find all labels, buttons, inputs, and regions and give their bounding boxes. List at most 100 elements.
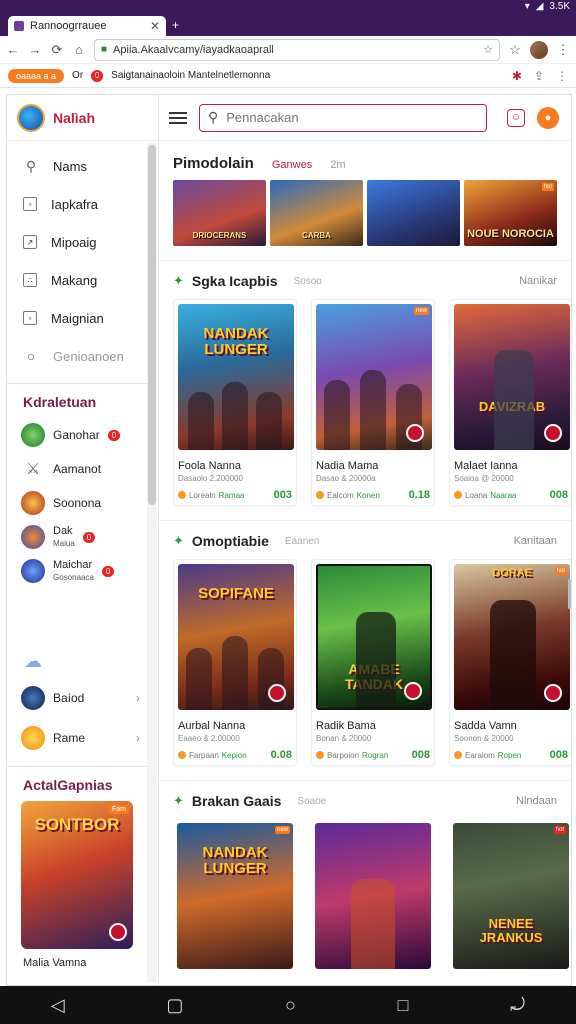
category-item[interactable]: Dak Maiua 0 bbox=[7, 520, 158, 554]
banner[interactable]: DRIOCERANS bbox=[173, 180, 266, 246]
home-icon[interactable]: ⌂ bbox=[72, 42, 86, 57]
profile-avatar[interactable] bbox=[530, 40, 548, 59]
rating-badge-icon bbox=[109, 923, 127, 941]
search-box[interactable]: ⚲ bbox=[199, 103, 487, 132]
system-nav-bar: ◁ ▢ ○ □ ⤾ bbox=[0, 986, 576, 1024]
notification-icon[interactable]: ☺ bbox=[507, 108, 525, 127]
section-more-link[interactable]: Kanitaan bbox=[514, 535, 557, 547]
banner[interactable]: CARBA bbox=[270, 180, 363, 246]
game-card[interactable]: new NANDAK LUNGER bbox=[173, 819, 297, 973]
cloud-icon: ☁ bbox=[24, 650, 42, 671]
refresh-icon[interactable]: ⟳ bbox=[50, 42, 64, 58]
category-label: Soonona bbox=[53, 496, 102, 510]
game-card[interactable]: AMABE TANDAK Radik Bama Bonan & 20000 Ba… bbox=[311, 559, 435, 766]
sidebar-scrollbar-thumb[interactable] bbox=[148, 145, 156, 505]
character-figure bbox=[324, 380, 350, 450]
promo-tab-active[interactable]: Ganwes bbox=[272, 159, 312, 171]
game-card[interactable]: new Nadia Mama Dasao & 20000a Ealcom Kon… bbox=[311, 299, 435, 506]
browser-tab[interactable]: Rannoogrrauee ✕ bbox=[8, 16, 166, 36]
recents-square-icon[interactable]: □ bbox=[398, 995, 409, 1016]
game-thumb-icon bbox=[21, 423, 45, 447]
sidebar-item-label: Makang bbox=[51, 272, 98, 288]
category-item[interactable]: Maichar Gosonaaca 0 bbox=[7, 554, 158, 588]
leaf-icon: ✦ bbox=[173, 793, 184, 808]
page-scrollbar[interactable] bbox=[568, 579, 571, 609]
sidebar-item-search[interactable]: ⚲ Nams bbox=[7, 147, 158, 185]
character-figure bbox=[494, 350, 534, 450]
game-name: Foola Nanna bbox=[178, 460, 241, 472]
card-art-title: SONTBOR bbox=[34, 815, 120, 834]
category-item[interactable]: Soonona bbox=[7, 486, 158, 520]
menu-dots-icon[interactable]: ⋮ bbox=[556, 42, 570, 58]
rotate-icon[interactable]: ⤾ bbox=[510, 995, 525, 1016]
back-triangle-icon[interactable]: ◁ bbox=[51, 995, 65, 1016]
category-item[interactable]: ⚔ Aamanot bbox=[7, 452, 158, 486]
section-header: ✦ Brakan Gaais Soaoe Nlndaan bbox=[173, 781, 557, 819]
side-game-card[interactable]: Fam SONTBOR bbox=[21, 801, 133, 949]
back-icon[interactable]: ← bbox=[6, 42, 20, 57]
tab-title: Rannoogrrauee bbox=[30, 20, 107, 32]
category-item[interactable]: Ganohar 0 bbox=[7, 418, 158, 452]
cloud-item[interactable]: ☁ bbox=[7, 644, 158, 678]
search-input[interactable] bbox=[226, 110, 478, 125]
home-circle-icon[interactable]: ○ bbox=[285, 995, 296, 1016]
card-score: 008 bbox=[411, 749, 430, 761]
card-footer: Loana Naaraa 008 bbox=[454, 489, 568, 501]
hamburger-menu-icon[interactable] bbox=[169, 111, 187, 124]
game-card[interactable]: DAVIZRAB Malaet Ianna Soaioa @ 20000 Loa… bbox=[449, 299, 571, 506]
card-tag: new bbox=[413, 307, 429, 315]
card-tag: hot bbox=[553, 826, 566, 834]
share-icon[interactable]: ⇪ bbox=[534, 69, 544, 83]
url-text: Apiia.Akaalvcamy/iayadkaoaprall bbox=[113, 43, 274, 56]
rating-badge-icon bbox=[268, 684, 286, 702]
grid-icon: ▫ bbox=[23, 197, 37, 211]
section-header: ✦ Omoptiabie Eaanen Kanitaan bbox=[173, 521, 557, 559]
game-card[interactable]: NANDAK LUNGER Foola Nanna Dasaolo 2.2000… bbox=[173, 299, 297, 506]
banner[interactable]: hot NOUE NOROCIA bbox=[464, 180, 557, 246]
game-card[interactable]: hot NENEE JRANKUS bbox=[449, 819, 571, 973]
art-title: SOPIFANE bbox=[198, 585, 274, 602]
sidebar-item-4[interactable]: ▫ Maignian bbox=[7, 299, 158, 337]
game-art bbox=[315, 823, 431, 969]
card-row: NANDAK LUNGER Foola Nanna Dasaolo 2.2000… bbox=[173, 299, 571, 506]
new-tab-button[interactable]: + bbox=[172, 18, 179, 32]
extension-icon[interactable]: ✱ bbox=[512, 69, 522, 83]
banner[interactable] bbox=[367, 180, 460, 246]
game-meta: Bonan & 20000 bbox=[316, 734, 372, 743]
more-icon[interactable]: ⋮ bbox=[556, 69, 568, 83]
sidebar-item-5[interactable]: ○ Genioanoen bbox=[7, 337, 158, 375]
address-bar[interactable]: ■ Apiia.Akaalvcamy/iayadkaoaprall ☆ bbox=[94, 38, 500, 61]
sidebar-item-2[interactable]: ↗ Mipoaig bbox=[7, 223, 158, 261]
category-sub: Maiua bbox=[53, 539, 75, 548]
promo-tab[interactable]: 2m bbox=[330, 159, 345, 171]
section-more-link[interactable]: Nlndaan bbox=[516, 795, 557, 807]
game-meta: Soaioa @ 20000 bbox=[454, 474, 514, 483]
card-tag: new bbox=[274, 826, 290, 834]
info-pill[interactable]: oaaaa a a bbox=[8, 68, 65, 83]
star-icon[interactable]: ☆ bbox=[483, 43, 493, 56]
sidebar-item-3[interactable]: ∴ Makang bbox=[7, 261, 158, 299]
section-more-link[interactable]: Nanikar bbox=[519, 275, 557, 287]
section-3: ✦ Brakan Gaais Soaoe Nlndaan new NANDAK … bbox=[159, 780, 571, 973]
brand[interactable]: Nalìah bbox=[7, 95, 158, 141]
brand-logo-icon bbox=[17, 103, 45, 132]
game-card[interactable]: hot DORAE Sadda Vamn Soonon & 20000 Eara… bbox=[449, 559, 571, 766]
sidebar-item-balod[interactable]: Baíod › bbox=[7, 678, 158, 718]
card-label: Lorealn bbox=[189, 490, 216, 500]
bookmark-icon[interactable]: ☆ bbox=[508, 42, 522, 58]
tabs-icon[interactable]: ▢ bbox=[166, 995, 183, 1016]
sidebar-item-rame[interactable]: Rame › bbox=[7, 718, 158, 758]
character-figure bbox=[256, 392, 282, 450]
user-menu-icon[interactable]: ● bbox=[537, 106, 559, 129]
game-card[interactable] bbox=[311, 819, 435, 973]
character-figure bbox=[186, 648, 212, 710]
card-score: 008 bbox=[549, 749, 568, 761]
status-text: 3.5K bbox=[549, 1, 570, 12]
game-card[interactable]: SOPIFANE Aurbal Nanna Eaaeo & 2.00000 Fa… bbox=[173, 559, 297, 766]
game-name: Sadda Vamn bbox=[454, 720, 517, 732]
coin-icon bbox=[316, 491, 324, 499]
close-tab-icon[interactable]: ✕ bbox=[150, 19, 160, 33]
forward-icon[interactable]: → bbox=[28, 42, 42, 57]
card-footer: Earaiom Ropen 008 bbox=[454, 749, 568, 761]
sidebar-item-1[interactable]: ▫ Iapkafra bbox=[7, 185, 158, 223]
